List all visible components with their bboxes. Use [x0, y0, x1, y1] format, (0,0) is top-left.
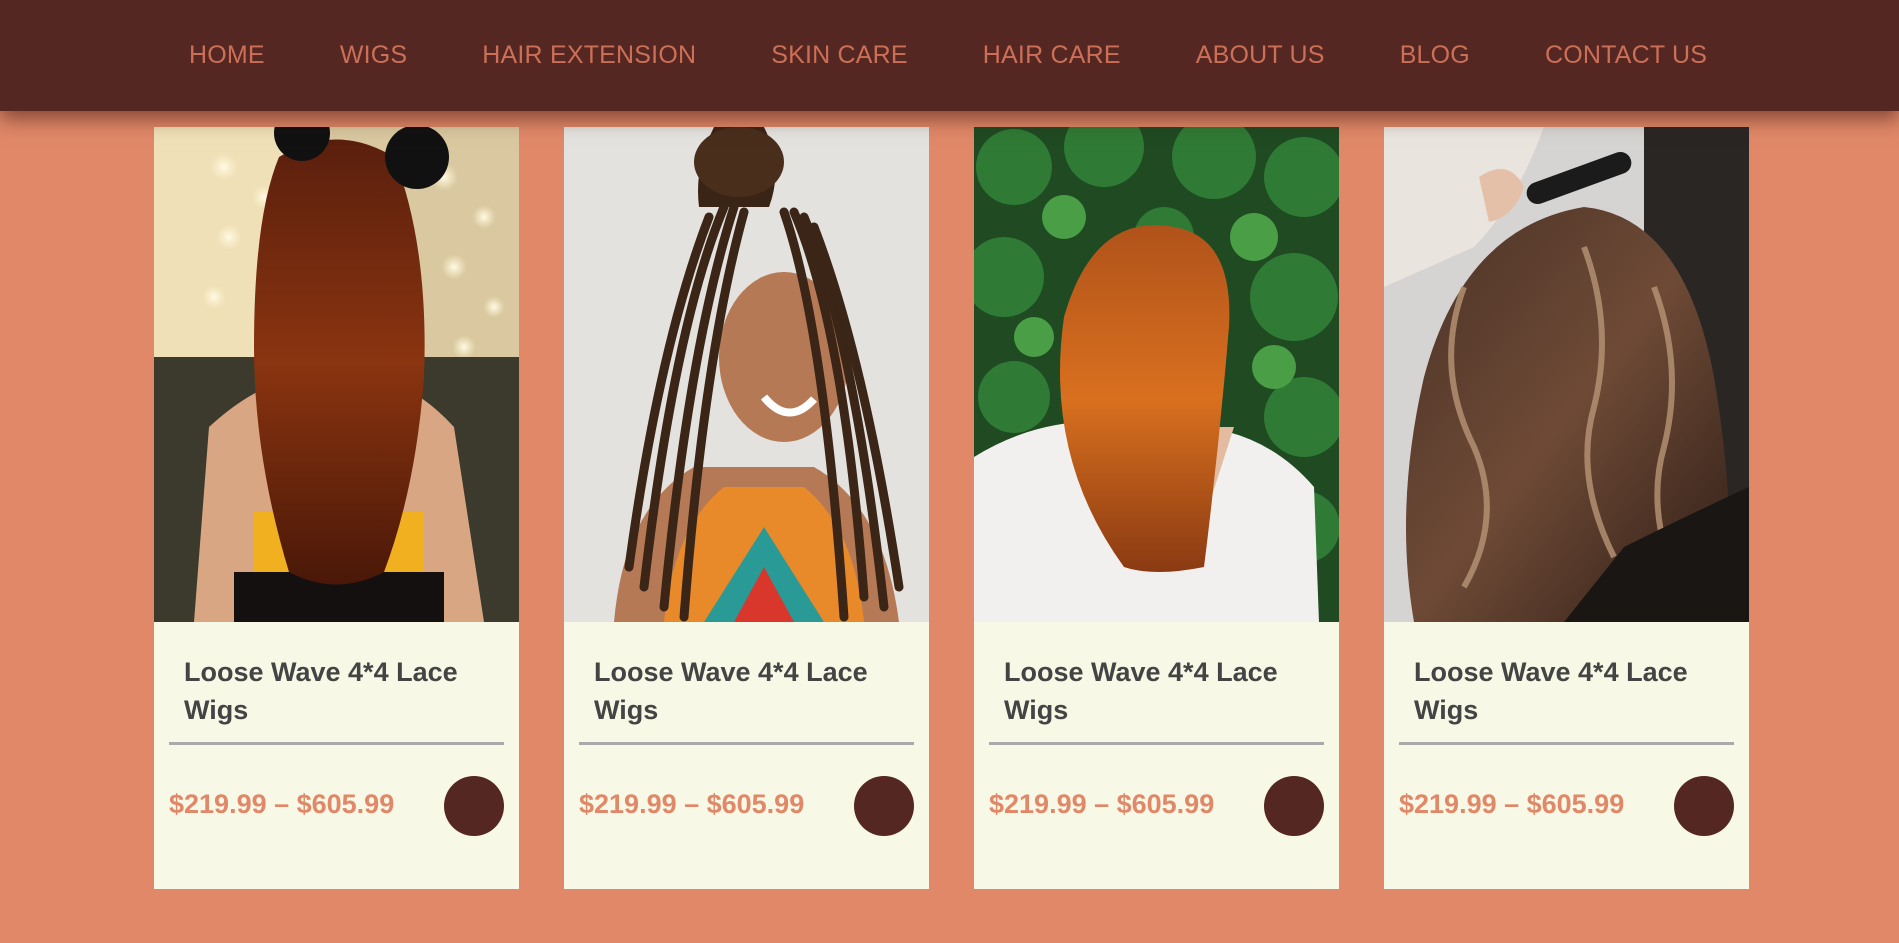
nav-link-hair-care[interactable]: HAIR CARE — [983, 41, 1121, 69]
card-divider — [579, 742, 914, 745]
nav-link-hair-extension[interactable]: HAIR EXTENSION — [482, 41, 696, 69]
product-price: $219.99 – $605.99 — [989, 789, 1215, 819]
nav-link-about-us[interactable]: ABOUT US — [1196, 41, 1325, 69]
product-grid: Loose Wave 4*4 Lace Wigs $219.99 – $605.… — [154, 127, 1749, 889]
nav-link-skin-care[interactable]: SKIN CARE — [771, 41, 908, 69]
add-to-cart-button[interactable] — [1264, 776, 1324, 836]
card-divider — [1399, 742, 1734, 745]
product-image-brown-curls[interactable] — [1384, 127, 1749, 622]
nav-item-wigs: WIGS — [340, 41, 407, 70]
nav-item-skin-care: SKIN CARE — [771, 41, 908, 70]
nav-link-blog[interactable]: BLOG — [1400, 41, 1470, 69]
nav-link-contact-us[interactable]: CONTACT US — [1545, 41, 1707, 69]
nav-item-about-us: ABOUT US — [1196, 41, 1325, 70]
product-price: $219.99 – $605.99 — [579, 789, 805, 819]
product-image-copper-hair[interactable] — [974, 127, 1339, 622]
nav-item-home: HOME — [189, 41, 265, 70]
add-to-cart-button[interactable] — [854, 776, 914, 836]
add-to-cart-button[interactable] — [1674, 776, 1734, 836]
product-price: $219.99 – $605.99 — [1399, 789, 1625, 819]
product-price: $219.99 – $605.99 — [169, 789, 395, 819]
nav-item-blog: BLOG — [1400, 41, 1470, 70]
product-card[interactable]: Loose Wave 4*4 Lace Wigs $219.99 – $605.… — [974, 127, 1339, 889]
add-to-cart-button[interactable] — [444, 776, 504, 836]
nav-link-wigs[interactable]: WIGS — [340, 41, 407, 69]
top-navigation-bar: HOME WIGS HAIR EXTENSION SKIN CARE HAIR … — [0, 0, 1899, 111]
nav-menu: HOME WIGS HAIR EXTENSION SKIN CARE HAIR … — [189, 0, 1707, 111]
nav-item-hair-care: HAIR CARE — [983, 41, 1121, 70]
product-title[interactable]: Loose Wave 4*4 Lace Wigs — [1414, 653, 1724, 729]
card-divider — [169, 742, 504, 745]
product-title[interactable]: Loose Wave 4*4 Lace Wigs — [184, 653, 494, 729]
product-title[interactable]: Loose Wave 4*4 Lace Wigs — [1004, 653, 1314, 729]
product-card[interactable]: Loose Wave 4*4 Lace Wigs $219.99 – $605.… — [1384, 127, 1749, 889]
product-title[interactable]: Loose Wave 4*4 Lace Wigs — [594, 653, 904, 729]
card-divider — [989, 742, 1324, 745]
nav-item-hair-extension: HAIR EXTENSION — [482, 41, 696, 70]
product-card[interactable]: Loose Wave 4*4 Lace Wigs $219.99 – $605.… — [564, 127, 929, 889]
product-card[interactable]: Loose Wave 4*4 Lace Wigs $219.99 – $605.… — [154, 127, 519, 889]
nav-link-home[interactable]: HOME — [189, 41, 265, 69]
nav-item-contact-us: CONTACT US — [1545, 41, 1707, 70]
product-image-box-braids[interactable] — [564, 127, 929, 622]
product-image-auburn-hair[interactable] — [154, 127, 519, 622]
